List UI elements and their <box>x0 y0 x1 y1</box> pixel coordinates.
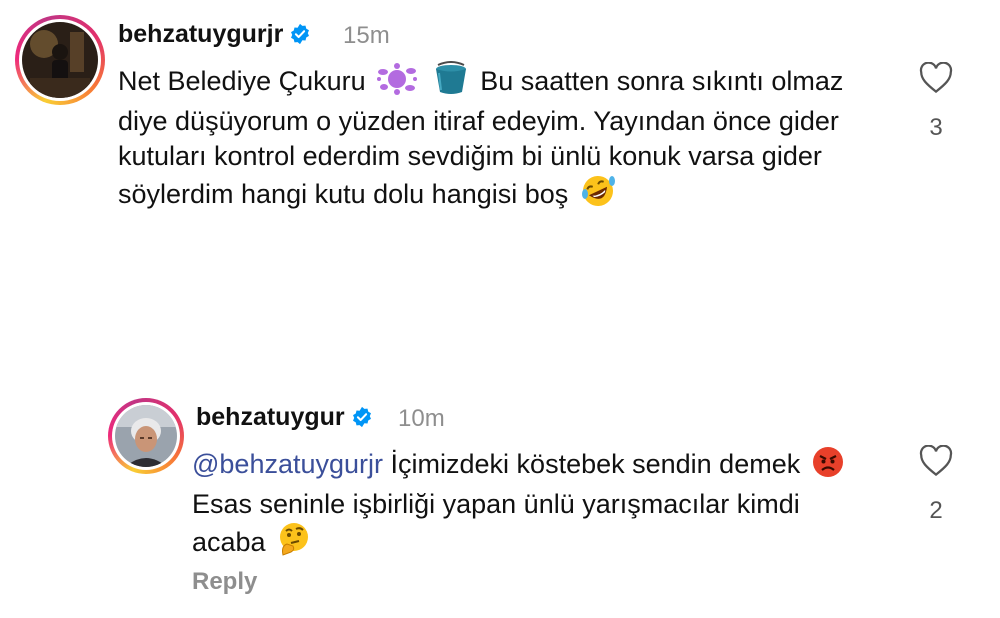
username[interactable]: behzatuygur <box>196 403 373 435</box>
username[interactable]: behzatuygurjr <box>118 20 311 52</box>
mention-link[interactable]: @behzatuygurjr <box>192 449 383 479</box>
avatar[interactable] <box>15 15 105 105</box>
thinking-face-emoji-icon <box>277 522 311 565</box>
comment-text: Net Belediye Çukuru Bu saatten sonra sık… <box>118 61 878 217</box>
reply-button[interactable]: Reply <box>192 568 257 596</box>
comment-text: @behzatuygurjr İçimizdeki köstebek sendi… <box>192 446 852 565</box>
heart-icon[interactable] <box>919 61 953 94</box>
rofl-emoji-icon <box>580 174 616 217</box>
timestamp: 15m <box>343 22 390 49</box>
profile-photo-icon <box>115 405 177 467</box>
bucket-emoji-icon <box>433 61 469 104</box>
verified-badge-icon <box>289 23 311 52</box>
like-button[interactable]: 3 <box>906 61 966 142</box>
like-count: 2 <box>929 497 943 524</box>
angry-face-emoji-icon <box>812 446 844 487</box>
splat-emoji-icon <box>377 63 418 104</box>
like-count: 3 <box>929 114 943 141</box>
like-button[interactable]: 2 <box>906 444 966 525</box>
verified-badge-icon <box>351 406 373 435</box>
profile-photo-icon <box>22 22 98 98</box>
heart-icon[interactable] <box>919 444 953 477</box>
timestamp: 10m <box>398 405 445 432</box>
avatar[interactable] <box>108 398 184 474</box>
